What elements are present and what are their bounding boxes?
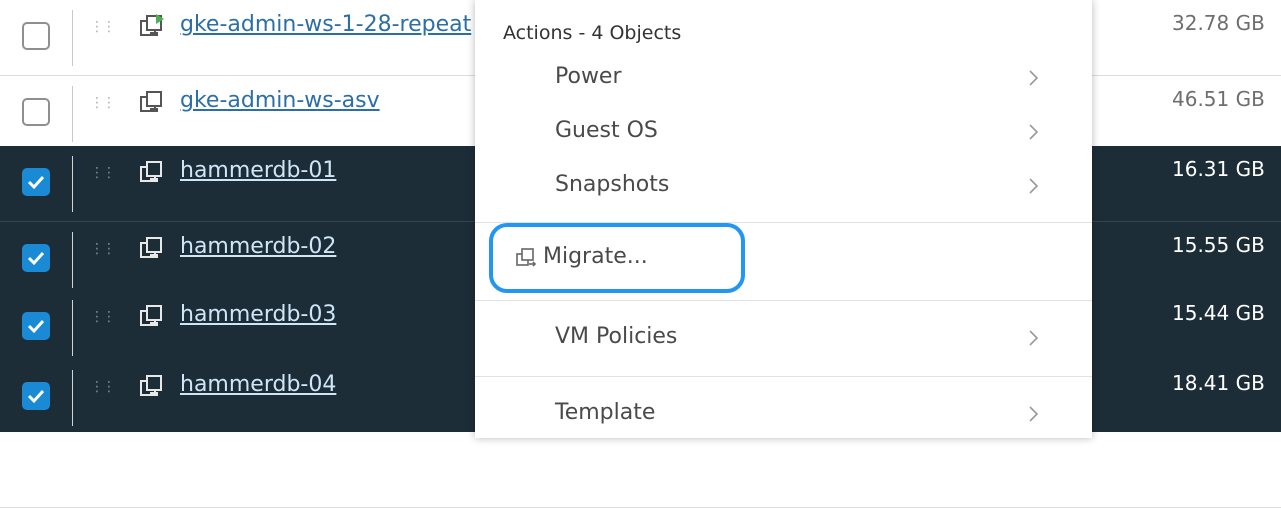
checkmark-icon: [27, 319, 45, 334]
menu-header: Actions - 4 Objects: [503, 22, 682, 44]
checkmark-icon: [27, 175, 45, 190]
row-checkbox[interactable]: [22, 22, 50, 50]
menu-item-label: Guest OS: [555, 118, 658, 143]
drag-handle-icon[interactable]: ⋮⋮: [90, 310, 116, 324]
vm-name-link[interactable]: hammerdb-01: [180, 156, 336, 186]
column-divider: [72, 156, 73, 212]
table-row[interactable]: [0, 432, 1281, 508]
chevron-right-icon: [1029, 70, 1039, 86]
vm-icon: [140, 305, 162, 326]
vm-icon: [140, 161, 162, 182]
row-checkbox[interactable]: [22, 98, 50, 126]
column-divider: [72, 86, 73, 142]
menu-item-vm-policies[interactable]: VM Policies: [475, 312, 1092, 364]
chevron-right-icon: [1029, 124, 1039, 140]
vm-size: 18.41 GB: [1172, 371, 1265, 395]
vm-size: 16.31 GB: [1172, 157, 1265, 181]
vm-icon: [140, 91, 162, 112]
vm-size: 32.78 GB: [1172, 11, 1265, 35]
column-divider: [72, 300, 73, 356]
row-checkbox-checked[interactable]: [22, 312, 50, 340]
vm-size: 46.51 GB: [1172, 87, 1265, 111]
column-divider: [72, 370, 73, 426]
checkmark-icon: [27, 251, 45, 266]
vm-name-link[interactable]: gke-admin-ws-asv: [180, 86, 380, 116]
actions-context-menu: Actions - 4 Objects Power Guest OS Snaps…: [475, 0, 1092, 438]
menu-item-guest-os[interactable]: Guest OS: [475, 106, 1092, 158]
column-divider: [72, 232, 73, 288]
vm-name-link[interactable]: hammerdb-04: [180, 370, 336, 400]
drag-handle-icon[interactable]: ⋮⋮: [90, 20, 116, 34]
menu-item-snapshots[interactable]: Snapshots: [475, 160, 1092, 212]
migrate-highlight-ring: [489, 223, 745, 293]
vm-icon: [140, 375, 162, 396]
chevron-right-icon: [1029, 178, 1039, 194]
chevron-right-icon: [1029, 406, 1039, 422]
row-checkbox-checked[interactable]: [22, 382, 50, 410]
menu-item-label: Template: [555, 400, 656, 425]
drag-handle-icon[interactable]: ⋮⋮: [90, 96, 116, 110]
menu-item-label: Snapshots: [555, 172, 670, 197]
menu-item-power[interactable]: Power: [475, 52, 1092, 104]
vm-name-link[interactable]: hammerdb-03: [180, 300, 336, 330]
menu-item-label: VM Policies: [555, 324, 678, 349]
vm-name-link[interactable]: hammerdb-02: [180, 232, 336, 262]
menu-item-label: Power: [555, 64, 622, 89]
vm-size: 15.55 GB: [1172, 233, 1265, 257]
row-checkbox-checked[interactable]: [22, 244, 50, 272]
menu-divider: [475, 300, 1092, 301]
vm-icon: [140, 237, 162, 258]
drag-handle-icon[interactable]: ⋮⋮: [90, 380, 116, 394]
column-divider: [72, 10, 73, 66]
chevron-right-icon: [1029, 330, 1039, 346]
vm-size: 15.44 GB: [1172, 301, 1265, 325]
drag-handle-icon[interactable]: ⋮⋮: [90, 166, 116, 180]
checkmark-icon: [27, 389, 45, 404]
menu-divider: [475, 376, 1092, 377]
row-checkbox-checked[interactable]: [22, 168, 50, 196]
drag-handle-icon[interactable]: ⋮⋮: [90, 242, 116, 256]
vm-name-link[interactable]: gke-admin-ws-1-28-repeat: [180, 10, 471, 40]
menu-item-template[interactable]: Template: [475, 388, 1092, 440]
vm-powered-on-icon: [140, 14, 164, 36]
